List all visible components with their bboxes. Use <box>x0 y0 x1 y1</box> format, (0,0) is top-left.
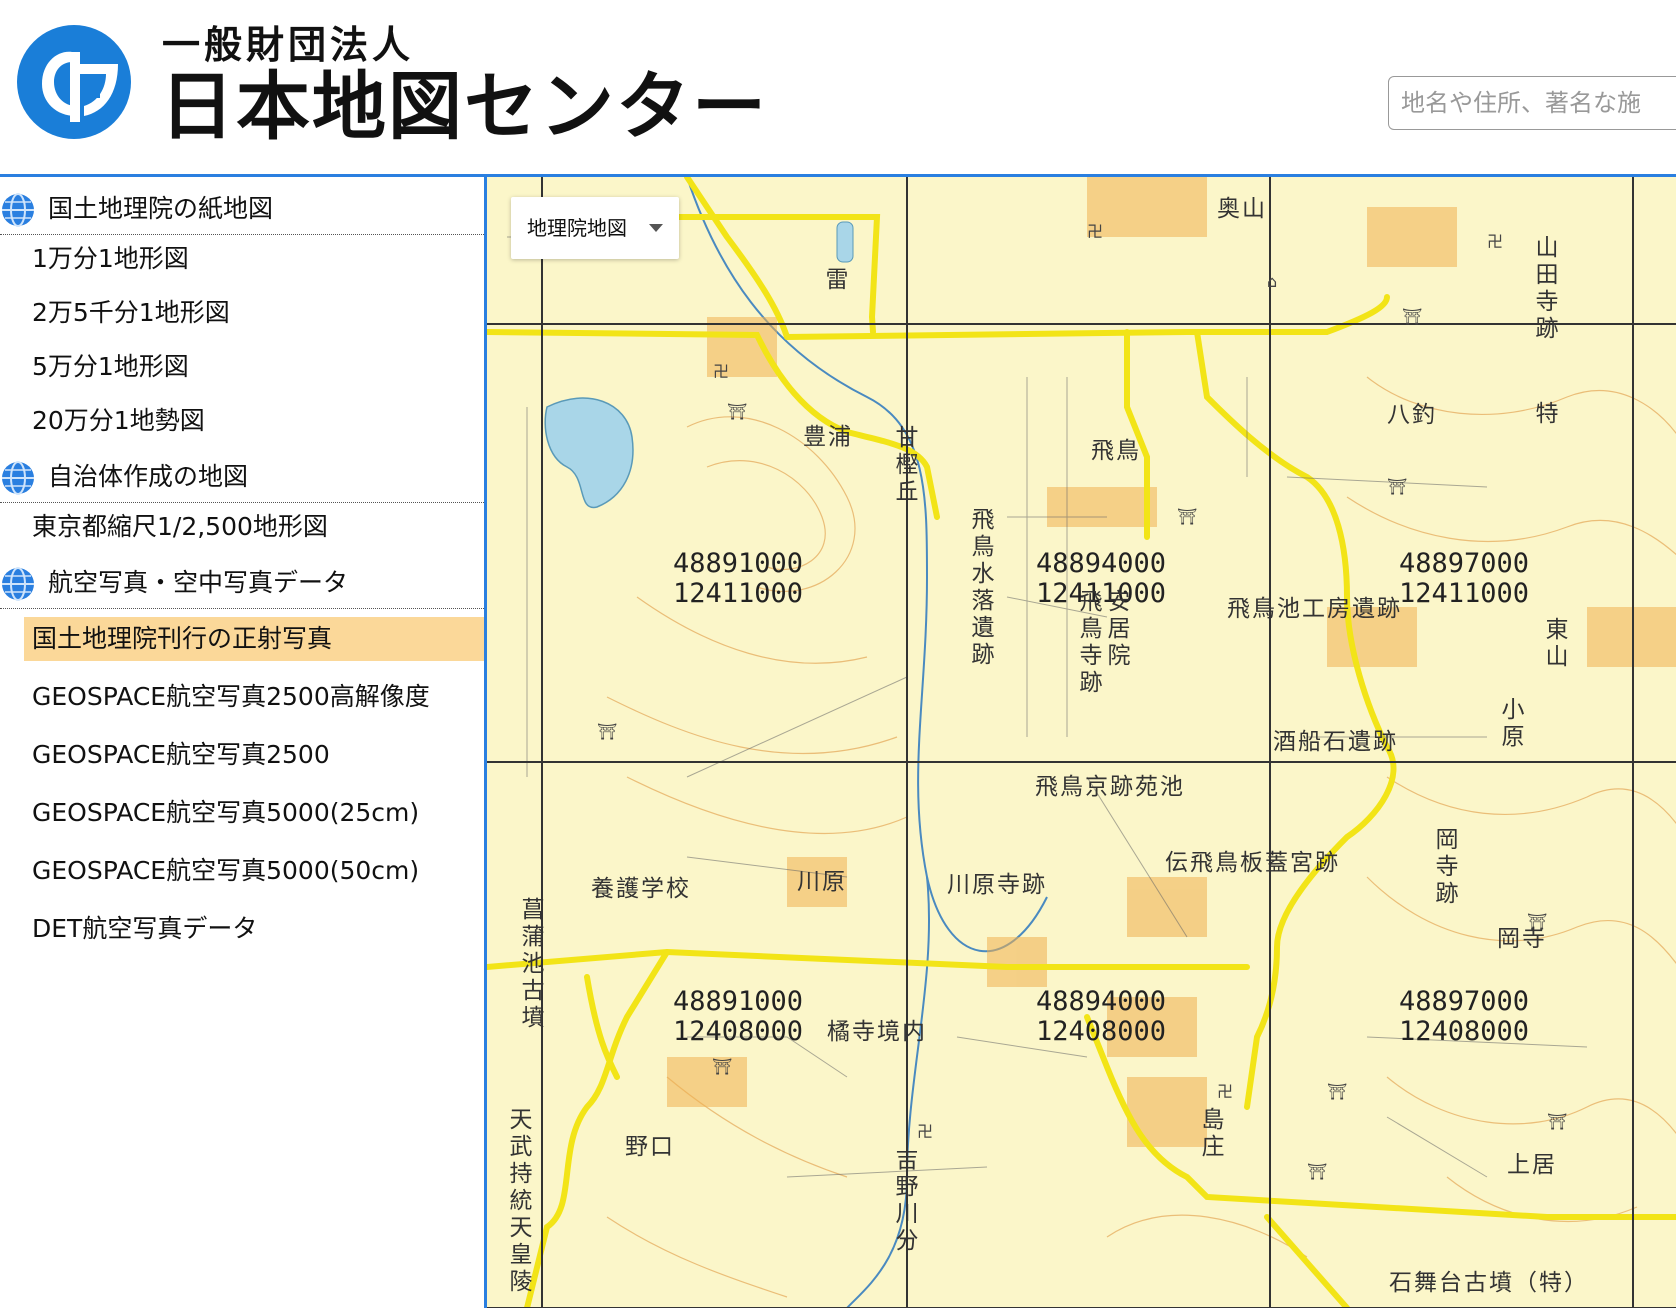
place-label: 酒船石遺跡 <box>1273 729 1398 755</box>
place-label: 吉野川分 <box>891 1147 917 1255</box>
sidebar: 国土地理院の紙地図 1万分1地形図 2万5千分1地形図 5万分1地形図 20万分… <box>0 177 484 1308</box>
menu-item-gsi-orthophoto[interactable]: 国土地理院刊行の正射写真 <box>24 617 484 661</box>
svg-text:⛩: ⛩ <box>1387 477 1407 496</box>
menu-item-50000-topo[interactable]: 5万分1地形図 <box>24 345 484 389</box>
chevron-down-icon <box>649 224 663 232</box>
svg-text:⌂: ⌂ <box>1267 272 1277 291</box>
svg-text:⛩: ⛩ <box>1307 1162 1327 1181</box>
place-label: 山田寺跡 <box>1531 235 1557 343</box>
tile-code-x: 48897000 <box>1399 986 1530 1017</box>
place-label: 菖蒲池古墳 <box>517 897 543 1032</box>
place-label: 岡寺 <box>1497 926 1547 952</box>
place-label: 雷 <box>821 267 847 294</box>
place-label: 野口 <box>625 1134 675 1160</box>
svg-text:⛩: ⛩ <box>1402 307 1422 326</box>
place-label: 川原 <box>797 869 847 895</box>
section-label: 自治体作成の地図 <box>48 462 249 491</box>
section-label: 国土地理院の紙地図 <box>48 194 274 223</box>
place-label: 小原 <box>1497 697 1523 751</box>
menu-item-25000-topo[interactable]: 2万5千分1地形図 <box>24 291 484 335</box>
place-label: 特 <box>1531 401 1557 428</box>
tile-code-label[interactable]: 48891000 12408000 <box>673 987 803 1047</box>
tile-code-y: 12408000 <box>1036 1016 1167 1047</box>
place-label: 甘樫丘 <box>891 425 917 506</box>
place-label: 岡寺跡 <box>1431 827 1457 908</box>
section-municipal-maps[interactable]: 自治体作成の地図 <box>0 447 484 503</box>
tile-code-x: 48894000 <box>1036 548 1167 579</box>
menu-item-geospace-2500[interactable]: GEOSPACE航空写真2500 <box>24 733 484 777</box>
menu-item-geospace-5000-50cm[interactable]: GEOSPACE航空写真5000(50cm) <box>24 849 484 893</box>
place-label: 飛鳥水落遺跡 <box>967 507 993 669</box>
place-label: 八釣 <box>1387 402 1437 428</box>
menu-item-tokyo-2500[interactable]: 東京都縮尺1/2,500地形図 <box>24 505 484 549</box>
menu-item-geospace-2500-hires[interactable]: GEOSPACE航空写真2500高解像度 <box>24 675 484 719</box>
svg-text:卍: 卍 <box>1087 222 1103 241</box>
svg-text:卍: 卍 <box>1217 1082 1233 1101</box>
place-label: 安居院 <box>1103 589 1129 670</box>
menu-item-det-aerial[interactable]: DET航空写真データ <box>24 907 484 951</box>
svg-text:⛩: ⛩ <box>727 402 747 421</box>
tile-code-label[interactable]: 48891000 12411000 <box>673 549 803 609</box>
tile-code-y: 12408000 <box>1399 1016 1530 1047</box>
section-gsi-paper-maps[interactable]: 国土地理院の紙地図 <box>0 179 484 235</box>
place-label: 伝飛鳥板蓋宮跡 <box>1165 850 1340 876</box>
place-label: 石舞台古墳（特） <box>1389 1270 1589 1296</box>
place-label: 奥山 <box>1217 196 1267 222</box>
site-header: 一般財団法人 日本地図センター <box>0 0 1676 174</box>
svg-text:⛩: ⛩ <box>1327 1082 1347 1101</box>
map-view[interactable]: 卍⛩卍⌂ ⛩卍⛩⛩ ⛩⛩卍 卍⛩⛩ ⛩⛩卍 地理院地図 48891000 124… <box>484 177 1676 1308</box>
place-label: 天武持統天皇陵 <box>505 1107 531 1296</box>
place-label: 飛鳥池工房遺跡 <box>1227 596 1402 622</box>
menu-item-200000-regional[interactable]: 20万分1地勢図 <box>24 399 484 443</box>
place-label: 養護学校 <box>591 876 691 902</box>
place-label: 飛鳥京跡苑池 <box>1035 774 1185 800</box>
svg-text:⛩: ⛩ <box>597 722 617 741</box>
place-label: 川原寺跡 <box>947 872 1047 898</box>
svg-text:⛩: ⛩ <box>712 1057 732 1076</box>
globe-icon <box>2 193 34 227</box>
layer-select-dropdown[interactable]: 地理院地図 <box>511 197 679 259</box>
menu-item-10000-topo[interactable]: 1万分1地形図 <box>24 237 484 281</box>
jmc-logo-icon[interactable] <box>14 22 134 142</box>
tile-code-x: 48891000 <box>673 548 804 579</box>
place-label: 橘寺境内 <box>827 1019 927 1045</box>
tile-code-label[interactable]: 48897000 12408000 <box>1399 987 1529 1047</box>
place-label: 東山 <box>1541 617 1567 671</box>
section-aerial-photos[interactable]: 航空写真・空中写真データ <box>0 553 484 609</box>
globe-icon <box>2 567 34 601</box>
tile-code-label[interactable]: 48897000 12411000 <box>1399 549 1529 609</box>
pond <box>836 221 854 263</box>
svg-text:卍: 卍 <box>713 362 729 381</box>
tile-code-y: 12408000 <box>673 1016 804 1047</box>
svg-text:⛩: ⛩ <box>1547 1112 1567 1131</box>
tile-code-label[interactable]: 48894000 12408000 <box>1036 987 1166 1047</box>
menu-item-geospace-5000-25cm[interactable]: GEOSPACE航空写真5000(25cm) <box>24 791 484 835</box>
place-label: 飛鳥 <box>1091 438 1141 464</box>
section-label: 航空写真・空中写真データ <box>48 568 349 597</box>
search-input[interactable] <box>1388 76 1676 130</box>
tile-code-x: 48897000 <box>1399 548 1530 579</box>
svg-text:⛩: ⛩ <box>1177 507 1197 526</box>
place-label: 上居 <box>1507 1152 1557 1178</box>
tile-code-x: 48894000 <box>1036 986 1167 1017</box>
svg-text:卍: 卍 <box>917 1122 933 1141</box>
tile-code-x: 48891000 <box>673 986 804 1017</box>
place-label: 島庄 <box>1197 1107 1223 1161</box>
svg-text:卍: 卍 <box>1487 232 1503 251</box>
tile-code-y: 12411000 <box>1399 578 1530 609</box>
org-type-label: 一般財団法人 <box>162 22 415 67</box>
layer-select-value: 地理院地図 <box>527 216 627 240</box>
org-name-title[interactable]: 日本地図センター <box>160 66 768 148</box>
tile-code-y: 12411000 <box>673 578 804 609</box>
globe-icon <box>2 461 34 495</box>
place-label: 豊浦 <box>803 424 853 450</box>
